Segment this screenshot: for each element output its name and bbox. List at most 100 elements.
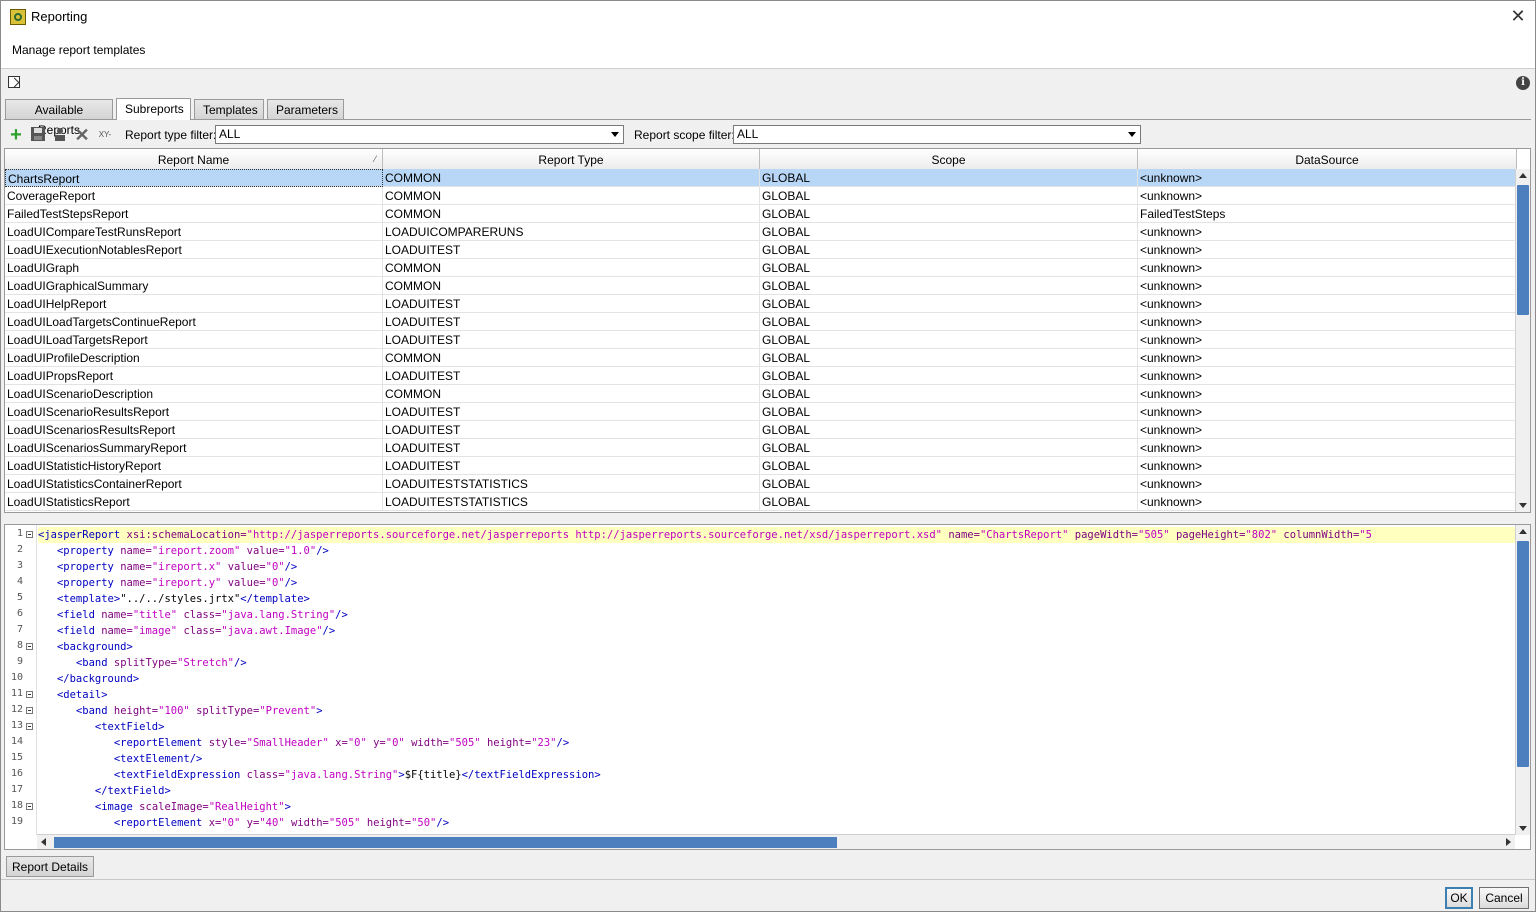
code-line: <field name="image" class="java.awt.Imag… (56, 625, 336, 637)
cell-datasource: <unknown> (1138, 439, 1517, 457)
cell-report-type: LOADUICOMPARERUNS (383, 223, 760, 241)
table-row[interactable]: LoadUIScenarioDescription COMMON GLOBAL <un… (5, 385, 1517, 403)
tab-report-details[interactable]: Report Details (6, 856, 95, 877)
table-row[interactable]: LoadUIScenariosResultsReport LOADUITEST GL… (5, 421, 1517, 439)
cell-report-name: CoverageReport (5, 187, 383, 205)
code-line: <property name="ireport.zoom" value="1.0… (56, 545, 329, 557)
code-line: <property name="ireport.x" value="0"/> (56, 561, 298, 573)
cell-datasource: FailedTestSteps (1138, 205, 1517, 223)
add-icon[interactable]: + (7, 125, 25, 145)
table-row[interactable]: LoadUIProfileDescription COMMON GLOBAL <unk… (5, 349, 1517, 367)
info-icon[interactable]: i (1516, 76, 1530, 90)
scroll-thumb[interactable] (1517, 541, 1529, 767)
code-line: <image scaleImage="RealHeight"> (94, 801, 291, 813)
table-row[interactable]: ChartsReport COMMON GLOBAL <unknown> (5, 169, 1517, 187)
table-row[interactable]: LoadUIStatisticsReport LOADUITESTSTATISTI… (5, 493, 1517, 511)
fold-toggle-icon[interactable] (26, 643, 33, 650)
tab-available-reports[interactable]: Available Reports (5, 99, 113, 137)
scroll-left-icon[interactable] (41, 838, 46, 846)
table-row[interactable]: FailedTestStepsReport COMMON GLOBAL FailedT… (5, 205, 1517, 223)
cell-datasource: <unknown> (1138, 349, 1517, 367)
table-row[interactable]: LoadUIExecutionNotablesReport LOADUITEST G… (5, 241, 1517, 259)
cell-scope: GLOBAL (760, 205, 1138, 223)
cell-datasource: <unknown> (1138, 313, 1517, 331)
cancel-button[interactable]: Cancel (1479, 887, 1529, 909)
scroll-right-icon[interactable] (1506, 838, 1511, 846)
cell-datasource: <unknown> (1138, 475, 1517, 493)
scroll-thumb[interactable] (1517, 185, 1529, 315)
column-header-datasource[interactable]: DataSource (1138, 149, 1517, 169)
cell-report-name: LoadUIScenariosSummaryReport (5, 439, 383, 457)
table-vertical-scrollbar[interactable] (1515, 169, 1530, 512)
cell-report-type: COMMON (383, 349, 760, 367)
cell-report-name: ChartsReport (5, 169, 383, 187)
table-row[interactable]: LoadUIScenarioResultsReport LOADUITEST GLO… (5, 403, 1517, 421)
code-line: <template>"../../styles.jrtx"</template> (56, 593, 310, 605)
type-filter-select[interactable]: ALL (215, 125, 624, 144)
table-row[interactable]: LoadUIStatisticHistoryReport LOADUITEST GL… (5, 457, 1517, 475)
line-number: 8 (16, 640, 23, 651)
cell-report-name: LoadUIExecutionNotablesReport (5, 241, 383, 259)
cell-report-type: LOADUITEST (383, 421, 760, 439)
cell-datasource: <unknown> (1138, 187, 1517, 205)
line-number: 3 (16, 560, 23, 571)
scroll-down-icon[interactable] (1519, 503, 1527, 508)
fold-toggle-icon[interactable] (26, 803, 33, 810)
table-row[interactable]: LoadUIScenariosSummaryReport LOADUITEST GL… (5, 439, 1517, 457)
code-line: <background> (56, 641, 133, 653)
scroll-up-icon[interactable] (1519, 529, 1527, 534)
line-number: 1 (16, 528, 23, 539)
column-header-report-name[interactable]: Report Name ⁄ (5, 149, 383, 169)
tabs-divider (4, 119, 1531, 120)
table-row[interactable]: LoadUIStatisticsContainerReport LOADUITES… (5, 475, 1517, 493)
column-header-report-type[interactable]: Report Type (383, 149, 760, 169)
table-row[interactable]: LoadUIHelpReport LOADUITEST GLOBAL <unknown… (5, 295, 1517, 313)
cell-scope: GLOBAL (760, 349, 1138, 367)
cell-report-type: LOADUITEST (383, 241, 760, 259)
table-row[interactable]: LoadUIGraph COMMON GLOBAL <unknown> (5, 259, 1517, 277)
save-icon[interactable] (29, 126, 47, 144)
title-bar: Reporting ✕ (1, 1, 1535, 32)
cell-report-type: LOADUITEST (383, 403, 760, 421)
cell-datasource: <unknown> (1138, 403, 1517, 421)
cell-report-type: COMMON (383, 169, 760, 187)
cell-report-type: LOADUITEST (383, 457, 760, 475)
cell-report-name: LoadUILoadTargetsReport (5, 331, 383, 349)
cell-scope: GLOBAL (760, 475, 1138, 493)
table-row[interactable]: LoadUIPropsReport LOADUITEST GLOBAL <unknow… (5, 367, 1517, 385)
table-row[interactable]: LoadUIGraphicalSummary COMMON GLOBAL <unkno… (5, 277, 1517, 295)
editor-horizontal-scrollbar[interactable] (37, 834, 1515, 849)
user-icon[interactable] (51, 126, 69, 144)
tab-parameters[interactable]: Parameters (267, 99, 344, 119)
line-number: 11 (10, 688, 23, 699)
fold-toggle-icon[interactable] (26, 531, 33, 538)
scroll-thumb[interactable] (54, 837, 837, 848)
table-row[interactable]: LoadUICompareTestRunsReport LOADUICOMPARE… (5, 223, 1517, 241)
cell-report-name: LoadUIHelpReport (5, 295, 383, 313)
editor-vertical-scrollbar[interactable] (1515, 525, 1530, 835)
fold-toggle-icon[interactable] (26, 723, 33, 730)
scroll-down-icon[interactable] (1519, 826, 1527, 831)
xml-source-editor[interactable]: 1 2 3 4 5 6 7 8 9 10 11 12 13 14 15 16 17 18 19 <jasperRep… (4, 524, 1531, 850)
xy-icon[interactable]: XY- (95, 126, 115, 144)
delete-icon[interactable]: ✕ (73, 126, 91, 144)
tab-subreports[interactable]: Subreports (116, 98, 191, 120)
cell-report-type: LOADUITEST (383, 295, 760, 313)
fold-toggle-icon[interactable] (26, 707, 33, 714)
line-number: 4 (16, 576, 23, 587)
ok-button[interactable]: OK (1445, 887, 1473, 909)
scroll-up-icon[interactable] (1519, 173, 1527, 178)
column-header-scope[interactable]: Scope (760, 149, 1138, 169)
expand-icon[interactable] (8, 76, 20, 88)
tab-templates[interactable]: Templates (194, 99, 264, 119)
table-row[interactable]: LoadUILoadTargetsContinueReport LOADUITES… (5, 313, 1517, 331)
cell-report-name: FailedTestStepsReport (5, 205, 383, 223)
cell-scope: GLOBAL (760, 421, 1138, 439)
scope-filter-select[interactable]: ALL (733, 125, 1141, 144)
close-icon[interactable]: ✕ (1507, 5, 1529, 27)
cell-report-name: LoadUIScenariosResultsReport (5, 421, 383, 439)
table-row[interactable]: LoadUILoadTargetsReport LOADUITEST GLOBAL <… (5, 331, 1517, 349)
table-row[interactable]: CoverageReport COMMON GLOBAL <unknown> (5, 187, 1517, 205)
fold-toggle-icon[interactable] (26, 691, 33, 698)
reporting-dialog: Reporting ✕ Manage report templates i Av… (0, 0, 1536, 912)
